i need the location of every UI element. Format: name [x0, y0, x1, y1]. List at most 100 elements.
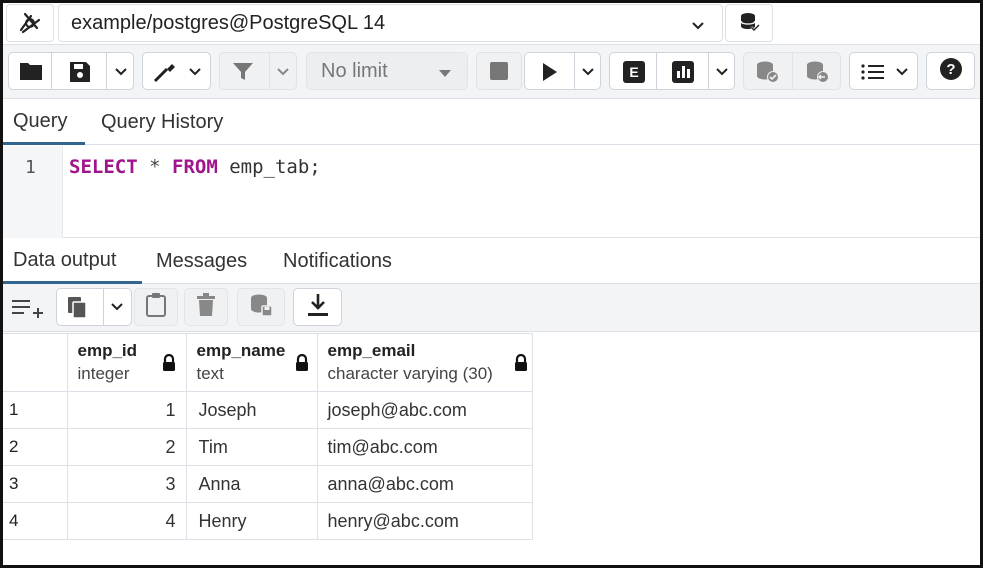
connection-select[interactable]: example/postgres@PostgreSQL 14 [58, 4, 723, 42]
column-header[interactable]: emp_name text [185, 333, 318, 392]
cell-emp-id[interactable]: 3 [66, 465, 187, 503]
edit-button[interactable] [142, 52, 211, 90]
tab-query[interactable]: Query [3, 100, 85, 145]
cell-emp-email[interactable]: henry@abc.com [316, 502, 533, 540]
row-number[interactable]: 4 [3, 502, 68, 540]
filter-icon [232, 62, 254, 87]
line-gutter: 1 [3, 146, 63, 238]
database-icon[interactable] [725, 4, 773, 42]
tab-notifications[interactable]: Notifications [273, 239, 402, 284]
tab-messages[interactable]: Messages [146, 239, 257, 284]
cell-emp-name[interactable]: Henry [185, 502, 318, 540]
column-header[interactable]: emp_id integer [66, 333, 187, 392]
result-tabs: Data output Messages Notifications [3, 239, 980, 284]
table-row[interactable]: 4 4 Henry henry@abc.com [3, 502, 533, 540]
keyword-select: SELECT [69, 156, 138, 178]
cell-emp-email[interactable]: joseph@abc.com [316, 391, 533, 429]
paste-button[interactable] [134, 288, 178, 326]
chevron-down-icon [690, 16, 706, 39]
lock-icon [295, 353, 309, 377]
cell-emp-id[interactable]: 1 [66, 391, 187, 429]
table-row[interactable]: 3 3 Anna anna@abc.com [3, 465, 533, 503]
row-limit-select[interactable]: No limit [306, 52, 468, 90]
query-tabs: Query Query History [3, 100, 980, 145]
macros-icon [860, 62, 886, 87]
query-toolbar: No limit E ? [3, 45, 980, 99]
delete-button[interactable] [184, 288, 228, 326]
caret-down-icon [439, 70, 451, 77]
table-identifier: emp_tab; [229, 156, 321, 178]
tab-query-history-label: Query History [101, 111, 224, 133]
chevron-down-icon [894, 64, 910, 85]
chevron-down-icon[interactable] [113, 64, 129, 85]
stop-button[interactable] [476, 52, 522, 90]
transaction-button-group [743, 52, 841, 90]
row-number[interactable]: 2 [3, 428, 68, 466]
chevron-down-icon[interactable] [714, 64, 730, 85]
cell-emp-name[interactable]: Joseph [185, 391, 318, 429]
data-grid: emp_id integer emp_name text emp_email c… [3, 333, 533, 540]
connection-bar: example/postgres@PostgreSQL 14 [3, 3, 980, 45]
query-tool-logo-icon [6, 4, 54, 42]
row-number-header[interactable] [3, 333, 68, 392]
save-icon[interactable] [69, 61, 91, 88]
row-number[interactable]: 1 [3, 391, 68, 429]
tab-query-history[interactable]: Query History [91, 100, 233, 145]
folder-icon[interactable] [19, 61, 43, 86]
save-data-button[interactable] [237, 288, 285, 326]
column-header[interactable]: emp_email character varying (30) [316, 333, 533, 392]
download-icon [307, 293, 329, 322]
keyword-from: FROM [172, 156, 218, 178]
copy-icon[interactable] [67, 296, 89, 325]
chevron-down-icon [580, 64, 596, 85]
commit-icon[interactable] [754, 60, 780, 89]
filter-button[interactable] [219, 52, 297, 90]
cell-emp-id[interactable]: 4 [66, 502, 187, 540]
result-toolbar [3, 284, 980, 332]
explain-button-group: E [609, 52, 735, 90]
cell-emp-email[interactable]: tim@abc.com [316, 428, 533, 466]
cell-emp-id[interactable]: 2 [66, 428, 187, 466]
tab-data-output-label: Data output [13, 248, 117, 271]
table-row[interactable]: 2 2 Tim tim@abc.com [3, 428, 533, 466]
sql-code-line[interactable]: SELECT * FROM emp_tab; [69, 156, 321, 178]
tab-messages-label: Messages [156, 250, 248, 272]
execute-icon [541, 62, 559, 87]
svg-text:E: E [629, 64, 638, 80]
star-operator: * [149, 156, 161, 178]
stop-icon [490, 62, 508, 80]
grid-header-row: emp_id integer emp_name text emp_email c… [3, 333, 533, 392]
row-limit-value: No limit [321, 59, 388, 82]
tab-query-label: Query [13, 109, 68, 132]
add-row-icon[interactable] [11, 297, 45, 324]
download-button[interactable] [293, 288, 342, 326]
macros-button[interactable] [849, 52, 918, 90]
query-tool-window: example/postgres@PostgreSQL 14 No limit … [0, 0, 983, 568]
paste-icon [145, 292, 167, 323]
tab-data-output[interactable]: Data output [3, 239, 142, 284]
row-number[interactable]: 3 [3, 465, 68, 503]
edit-icon [153, 61, 179, 88]
cell-emp-name[interactable]: Tim [185, 428, 318, 466]
table-row[interactable]: 1 1 Joseph joseph@abc.com [3, 391, 533, 429]
cell-emp-email[interactable]: anna@abc.com [316, 465, 533, 503]
sql-editor[interactable]: 1 SELECT * FROM emp_tab; [3, 146, 980, 238]
execute-button[interactable] [524, 52, 601, 90]
file-button-group [8, 52, 134, 90]
explain-analyze-icon[interactable] [672, 61, 694, 88]
explain-icon[interactable]: E [623, 61, 645, 88]
trash-icon [196, 292, 216, 322]
cell-emp-name[interactable]: Anna [185, 465, 318, 503]
chevron-down-icon[interactable] [109, 299, 125, 320]
lock-icon [514, 353, 528, 377]
rollback-icon[interactable] [804, 60, 830, 89]
help-icon: ? [939, 57, 963, 86]
svg-text:?: ? [946, 61, 955, 78]
tab-notifications-label: Notifications [283, 250, 392, 272]
database-save-icon [249, 293, 273, 322]
help-button[interactable]: ? [926, 52, 975, 90]
connection-label: example/postgres@PostgreSQL 14 [71, 11, 386, 34]
column-name: emp_email [327, 341, 416, 360]
lock-icon [162, 353, 176, 377]
line-number: 1 [25, 157, 36, 178]
